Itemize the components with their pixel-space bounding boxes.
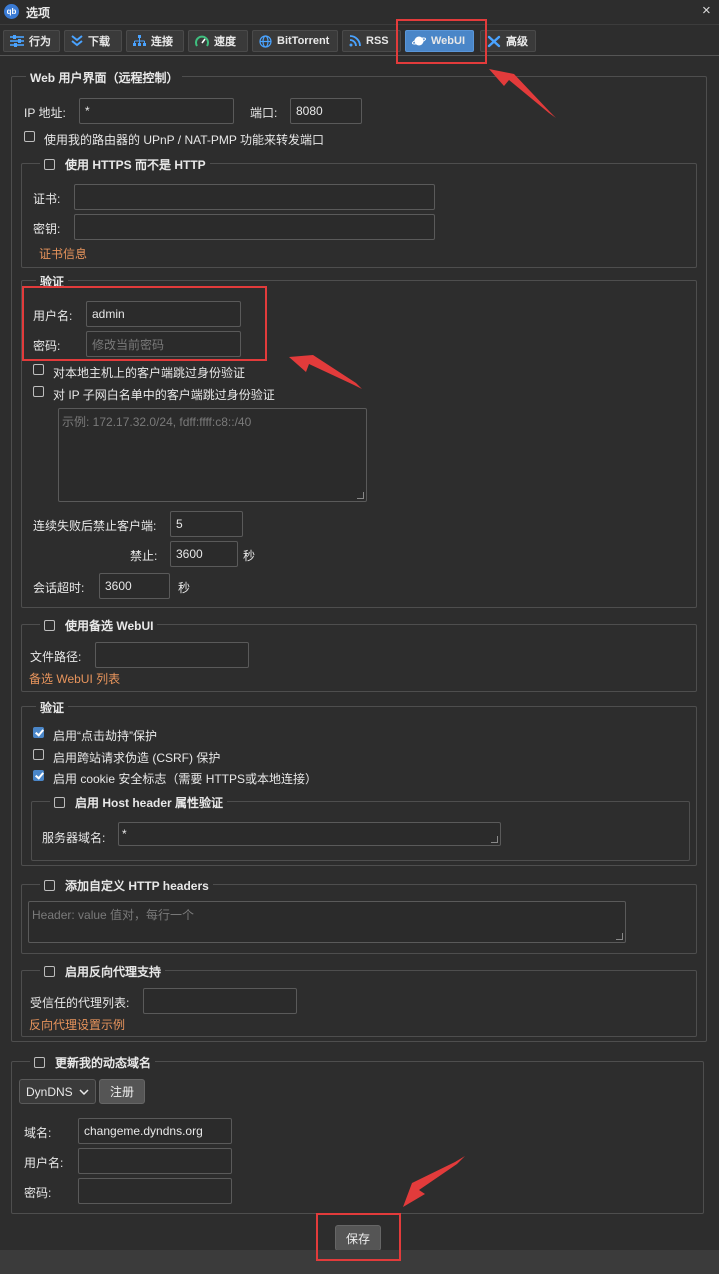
https-legend: 使用 HTTPS 而不是 HTTP [40, 156, 210, 173]
network-icon [133, 35, 146, 46]
webui-legend: Web 用户界面（远程控制） [26, 69, 183, 86]
cert-label: 证书: [33, 192, 61, 206]
cookie-secure-label: 启用 cookie 安全标志（需要 HTTPS或本地连接） [53, 772, 318, 786]
alt-webui-list-link[interactable]: 备选 WebUI 列表 [29, 670, 120, 687]
annotation-box-save [316, 1213, 401, 1261]
dyndns-service-value: DynDNS [26, 1084, 73, 1099]
port-input[interactable]: 8080 [290, 98, 362, 124]
clickjacking-label: 启用“点击劫持”保护 [53, 729, 157, 743]
dyndns-domain-input[interactable]: changeme.dyndns.org [78, 1118, 232, 1144]
download-icon [71, 35, 83, 47]
tab-rss[interactable]: RSS [342, 30, 401, 52]
dyndns-checkbox[interactable] [34, 1057, 45, 1068]
cookie-secure-checkbox[interactable] [33, 770, 44, 781]
ban-duration-input[interactable]: 3600 [170, 541, 238, 567]
tab-behavior[interactable]: 行为 [3, 30, 60, 52]
custom-headers-legend: 添加自定义 HTTP headers [40, 877, 213, 894]
csrf-label: 启用跨站请求伪造 (CSRF) 保护 [53, 751, 221, 765]
sliders-icon [10, 35, 24, 47]
tab-bittorrent[interactable]: BitTorrent [252, 30, 338, 52]
cert-input[interactable] [74, 184, 435, 210]
upnp-checkbox[interactable] [24, 131, 35, 142]
reverse-proxy-checkbox[interactable] [44, 966, 55, 977]
key-input[interactable] [74, 214, 435, 240]
app-icon: qb [4, 4, 19, 19]
annotation-box-webui-tab [396, 19, 487, 64]
annotation-box-credentials [22, 286, 267, 361]
upnp-label: 使用我的路由器的 UPnP / NAT-PMP 功能来转发端口 [44, 133, 325, 147]
rss-icon [349, 35, 361, 47]
ip-label: IP 地址: [24, 106, 66, 120]
reverse-proxy-legend-label: 启用反向代理支持 [65, 965, 162, 979]
cert-info-link[interactable]: 证书信息 [39, 245, 87, 262]
ban-duration-label: 禁止: [130, 549, 158, 563]
tab-label: RSS [366, 35, 389, 47]
reverse-proxy-example-link[interactable]: 反向代理设置示例 [29, 1016, 125, 1033]
tab-advanced[interactable]: 高级 [480, 30, 536, 52]
session-timeout-unit: 秒 [178, 581, 191, 595]
subnet-whitelist-textarea[interactable]: 示例: 172.17.32.0/24, fdff:ffff:c8::/40 [58, 408, 367, 502]
ip-input[interactable]: * [79, 98, 234, 124]
alt-webui-path-label: 文件路径: [30, 650, 82, 664]
server-domain-label: 服务器域名: [42, 831, 106, 845]
tab-speed[interactable]: 速度 [188, 30, 248, 52]
bypass-local-label: 对本地主机上的客户端跳过身份验证 [53, 366, 246, 380]
dyndns-username-input[interactable] [78, 1148, 232, 1174]
alt-webui-legend-label: 使用备选 WebUI [65, 619, 154, 633]
globe-icon [259, 34, 272, 48]
bypass-local-checkbox[interactable] [33, 364, 44, 375]
dyndns-legend: 更新我的动态域名 [30, 1054, 156, 1071]
session-timeout-label: 会话超时: [33, 581, 85, 595]
csrf-checkbox[interactable] [33, 749, 44, 760]
custom-headers-textarea[interactable]: Header: value 值对，每行一个 [28, 901, 626, 943]
trusted-proxies-input[interactable] [143, 988, 297, 1014]
dyndns-service-select[interactable]: DynDNS [19, 1079, 96, 1104]
tab-label: 行为 [29, 36, 51, 48]
ban-after-input[interactable]: 5 [170, 511, 243, 537]
host-header-checkbox[interactable] [54, 797, 65, 808]
dyndns-username-label: 用户名: [24, 1156, 64, 1170]
tab-label: 高级 [506, 36, 528, 48]
title-bar: qb 选项 × [0, 0, 719, 25]
host-header-legend: 启用 Host header 属性验证 [50, 794, 228, 811]
reverse-proxy-legend: 启用反向代理支持 [40, 963, 166, 980]
tab-label: 下载 [88, 36, 110, 48]
host-header-legend-label: 启用 Host header 属性验证 [75, 796, 224, 810]
port-label: 端口: [250, 106, 278, 120]
ban-after-label: 连续失败后禁止客户端: [33, 519, 157, 533]
bypass-subnet-checkbox[interactable] [33, 386, 44, 397]
alt-webui-checkbox[interactable] [44, 620, 55, 631]
clickjacking-checkbox[interactable] [33, 727, 44, 738]
tab-label: BitTorrent [277, 35, 330, 47]
alt-webui-path-input[interactable] [95, 642, 249, 668]
https-legend-label: 使用 HTTPS 而不是 HTTP [65, 158, 206, 172]
speedometer-icon [195, 35, 209, 47]
dyndns-legend-label: 更新我的动态域名 [55, 1056, 152, 1070]
custom-headers-checkbox[interactable] [44, 880, 55, 891]
dyndns-password-input[interactable] [78, 1178, 232, 1204]
ban-duration-unit: 秒 [243, 549, 256, 563]
tab-label: 速度 [214, 36, 236, 48]
dyndns-domain-label: 域名: [24, 1126, 52, 1140]
chevron-down-icon [79, 1088, 89, 1095]
close-icon[interactable]: × [702, 2, 711, 19]
tab-bar: 行为 下载 连接 速度 BitTorrent RSS WebUI 高级 [0, 25, 719, 56]
tools-icon [487, 35, 501, 47]
register-button[interactable]: 注册 [99, 1079, 145, 1104]
tab-downloads[interactable]: 下载 [64, 30, 122, 52]
window-title: 选项 [26, 6, 51, 20]
custom-headers-legend-label: 添加自定义 HTTP headers [65, 879, 209, 893]
tab-connection[interactable]: 连接 [126, 30, 184, 52]
bypass-subnet-label: 对 IP 子网白名单中的客户端跳过身份验证 [53, 388, 275, 402]
trusted-proxies-label: 受信任的代理列表: [30, 996, 130, 1010]
alt-webui-legend: 使用备选 WebUI [40, 617, 158, 634]
dyndns-password-label: 密码: [24, 1186, 52, 1200]
key-label: 密钥: [33, 222, 61, 236]
tab-label: 连接 [151, 36, 173, 48]
server-domain-input[interactable]: * [118, 822, 501, 846]
session-timeout-input[interactable]: 3600 [99, 573, 170, 599]
security-legend: 验证 [36, 699, 69, 716]
https-checkbox[interactable] [44, 159, 55, 170]
